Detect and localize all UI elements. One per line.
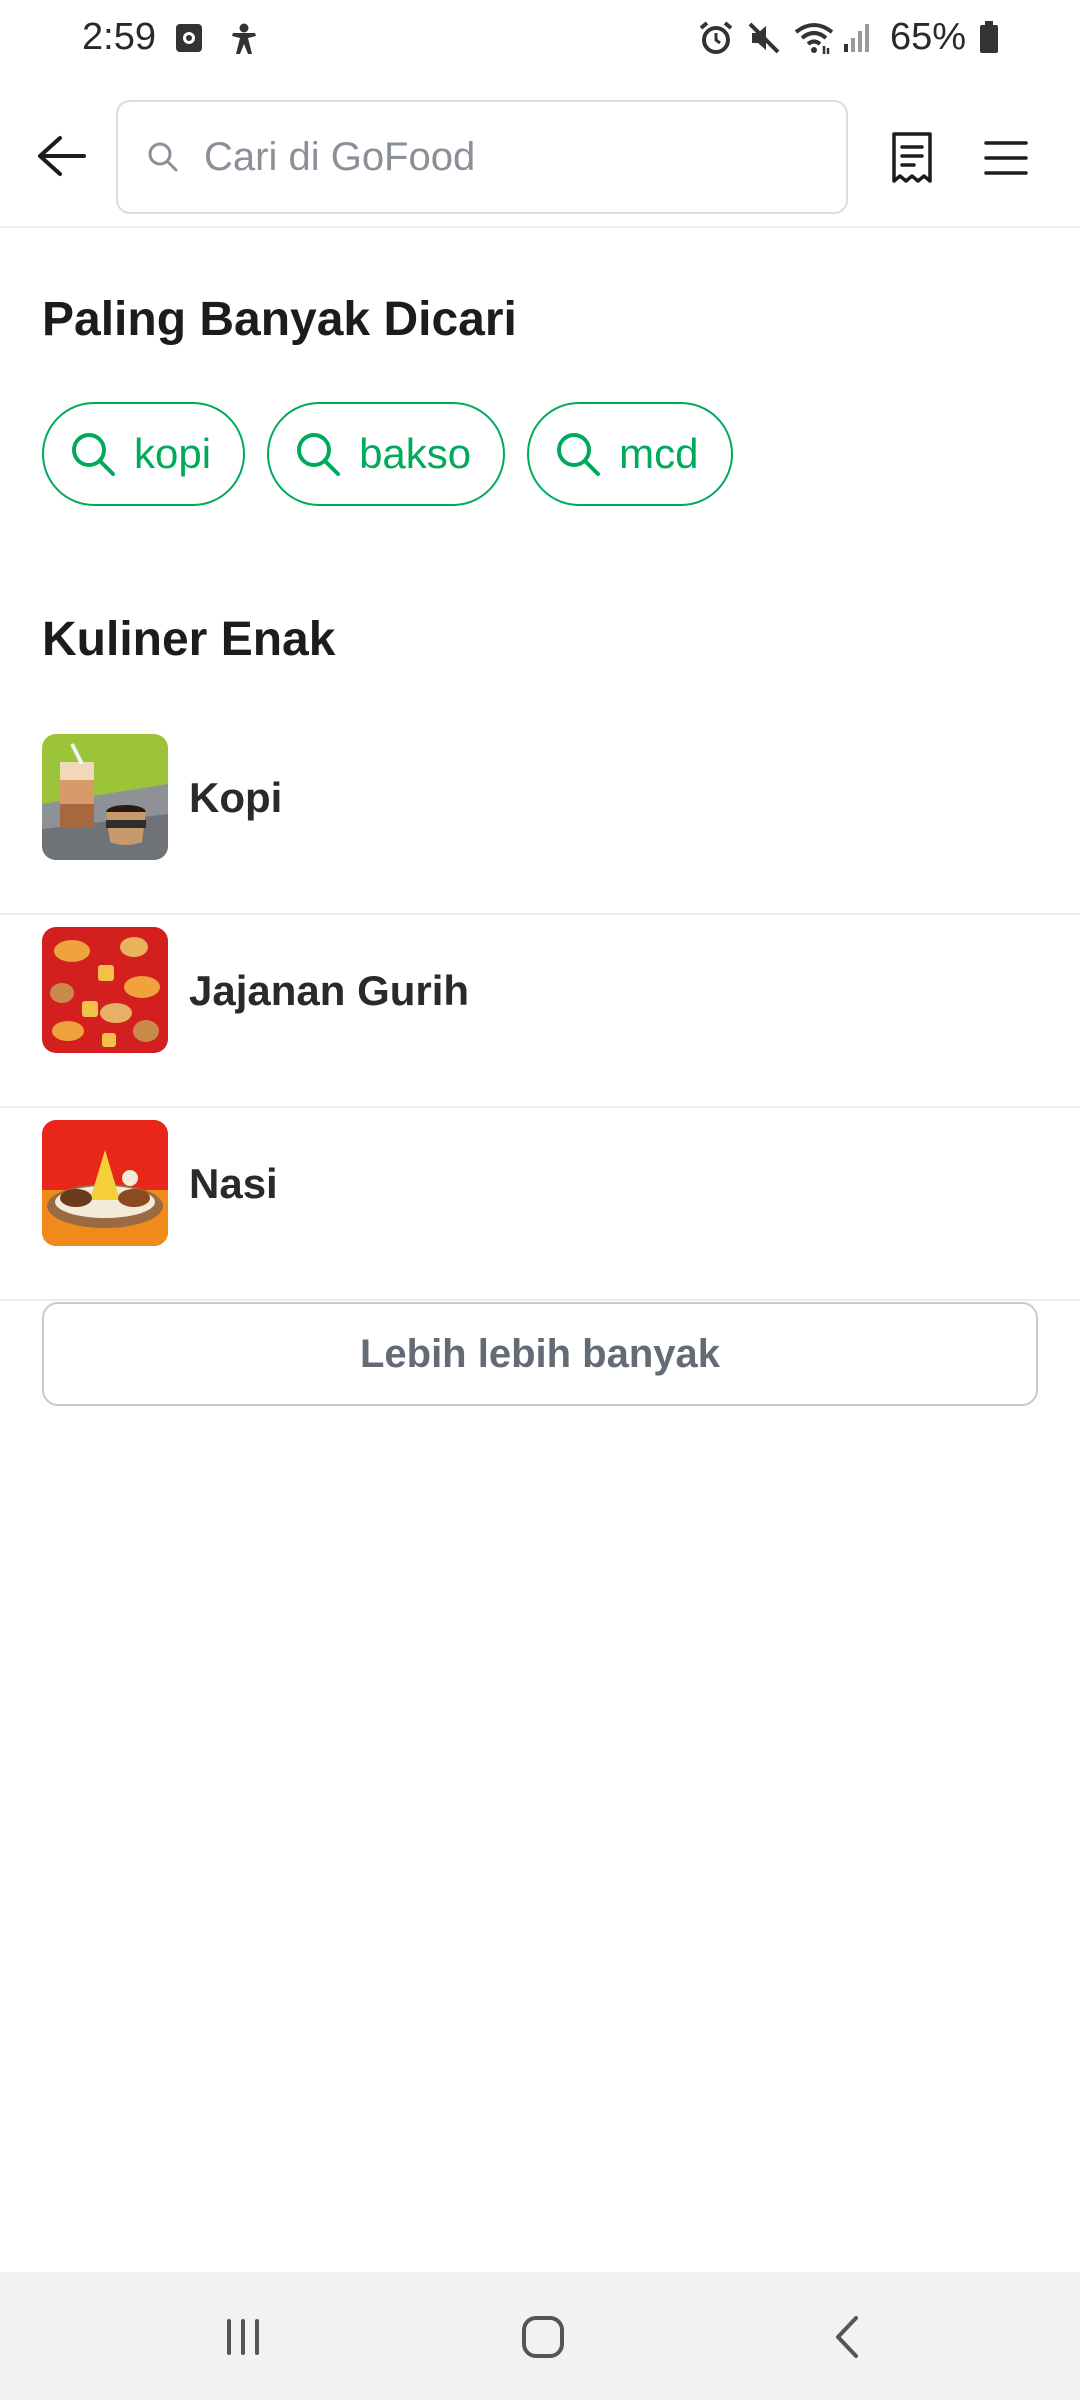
kopi-thumbnail: [42, 734, 168, 860]
top-bar: Cari di GoFood: [0, 96, 1080, 218]
nasi-thumbnail: [42, 1120, 168, 1246]
home-icon: [522, 2316, 564, 2358]
chip-kopi[interactable]: kopi: [42, 402, 246, 506]
status-bar: 2:59 65%: [0, 0, 1080, 80]
chip-label: kopi: [134, 430, 212, 477]
search-input[interactable]: Cari di GoFood: [116, 100, 848, 214]
system-back-button[interactable]: [812, 2302, 882, 2372]
recent-apps-button[interactable]: [208, 2302, 278, 2372]
status-right-icons: 65%: [698, 16, 1000, 59]
system-nav-bar: [0, 2272, 1080, 2400]
hamburger-menu-icon: [984, 141, 1028, 175]
screen-record-icon: [174, 22, 210, 58]
receipt-icon: [892, 132, 932, 183]
chip-label: mcd: [619, 430, 699, 477]
status-time: 2:59: [82, 16, 156, 58]
jajanan-gurih-thumbnail: [42, 927, 168, 1053]
list-item-label: Kopi: [189, 774, 283, 821]
home-button[interactable]: [508, 2302, 578, 2372]
signal-icon: [842, 20, 878, 56]
chip-label: bakso: [359, 430, 472, 477]
show-more-button[interactable]: Lebih lebih banyak: [42, 1302, 1038, 1406]
alarm-icon: [698, 20, 734, 56]
list-item-jajanan-gurih[interactable]: Jajanan Gurih: [0, 915, 1080, 1108]
wifi-icon: [794, 20, 834, 56]
search-icon: [555, 431, 601, 477]
list-item-label: Nasi: [189, 1160, 278, 1207]
back-arrow-icon: [38, 136, 86, 176]
back-button[interactable]: [30, 124, 94, 188]
show-more-label: Lebih lebih banyak: [359, 1331, 721, 1376]
header-divider: [0, 226, 1080, 228]
accessibility-icon: [228, 22, 264, 58]
orders-button[interactable]: [880, 126, 944, 190]
list-item-label: Jajanan Gurih: [189, 967, 470, 1014]
search-icon: [70, 431, 116, 477]
culinary-list: Kopi Jajanan Gurih Nasi: [0, 722, 1080, 1301]
battery-icon: [978, 20, 1000, 56]
chip-bakso[interactable]: bakso: [267, 402, 506, 506]
battery-percent: 65%: [889, 16, 966, 58]
list-item-nasi[interactable]: Nasi: [0, 1108, 1080, 1301]
culinary-section-title: Kuliner Enak: [42, 613, 336, 666]
recent-apps-icon: [227, 2319, 259, 2355]
chip-mcd[interactable]: mcd: [527, 402, 733, 506]
system-back-icon: [836, 2316, 858, 2358]
popular-section-title: Paling Banyak Dicari: [42, 293, 517, 346]
search-icon: [144, 138, 182, 176]
search-placeholder: Cari di GoFood: [204, 134, 476, 179]
popular-search-chips: kopi bakso mcd: [42, 402, 733, 506]
search-icon: [295, 431, 341, 477]
status-left-icons: [174, 22, 264, 58]
mute-icon: [746, 20, 782, 56]
list-item-kopi[interactable]: Kopi: [0, 722, 1080, 915]
menu-button[interactable]: [974, 126, 1038, 190]
